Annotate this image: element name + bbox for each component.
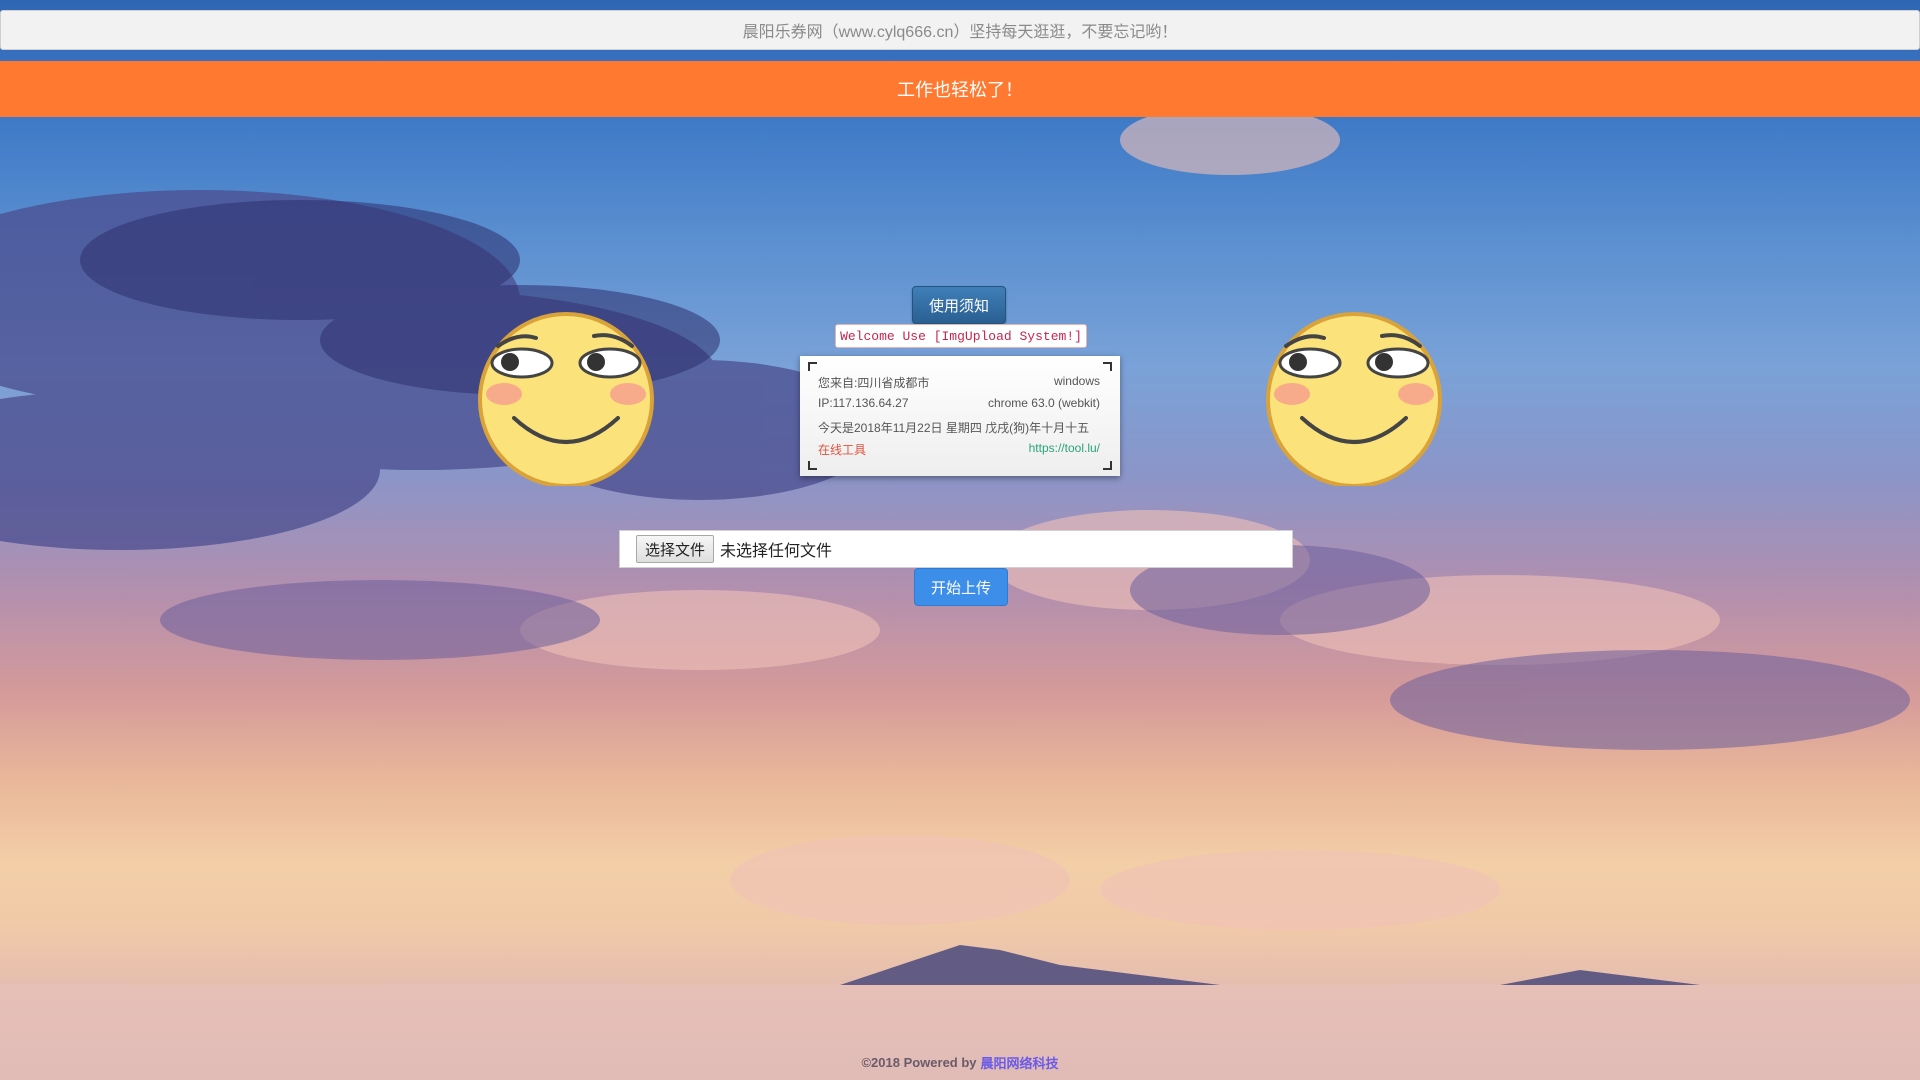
tool-url-link[interactable]: https://tool.lu/ [1029, 441, 1100, 458]
visitor-location: 您来自:四川省成都市 [818, 376, 930, 390]
page: 晨阳乐券网（www.cylq666.cn）坚持每天逛逛，不要忘记哟！ 工作也轻松… [0, 0, 1920, 1080]
current-date: 今天是2018年11月22日 星期四 戊戌(狗)年十月十五 [818, 421, 1090, 435]
info-row-tools: 在线工具 https://tool.lu/ [818, 441, 1100, 458]
notice-text: 晨阳乐券网（www.cylq666.cn）坚持每天逛逛，不要忘记哟！ [742, 24, 1178, 41]
file-input[interactable]: 选择文件 未选择任何文件 [619, 530, 1293, 568]
visitor-ip: IP:117.136.64.27 [818, 396, 909, 410]
visitor-os: windows [1053, 374, 1100, 388]
card-corner [1103, 362, 1112, 371]
notice-bar: 晨阳乐券网（www.cylq666.cn）坚持每天逛逛，不要忘记哟！ [0, 10, 1920, 50]
info-row-location: 您来自:四川省成都市 windows [818, 374, 1100, 391]
slogan-banner: 工作也轻松了！ [0, 61, 1920, 117]
footer-copyright: ©2018 Powered by [861, 1054, 977, 1070]
smirk-emoji-icon [478, 312, 654, 486]
online-tools-link[interactable]: 在线工具 [818, 441, 866, 458]
card-corner [808, 362, 817, 371]
welcome-message: Welcome Use [ImgUpload System!] [835, 324, 1087, 348]
info-row-ip: IP:117.136.64.27 chrome 63.0 (webkit) [818, 396, 1100, 410]
choose-file-button[interactable]: 选择文件 [636, 535, 715, 563]
info-row-date: 今天是2018年11月22日 星期四 戊戌(狗)年十月十五 [818, 419, 1100, 436]
visitor-browser: chrome 63.0 (webkit) [987, 396, 1100, 410]
card-corner [808, 461, 817, 470]
no-file-selected-text: 未选择任何文件 [720, 543, 833, 560]
start-upload-button[interactable]: 开始上传 [914, 568, 1008, 606]
footer-company-link[interactable]: 晨阳网络科技 [981, 1053, 1059, 1072]
smirk-emoji-icon [1266, 312, 1442, 486]
card-corner [1103, 461, 1112, 470]
footer: ©2018 Powered by 晨阳网络科技 [0, 1052, 1920, 1072]
visitor-info-card: 您来自:四川省成都市 windows IP:117.136.64.27 chro… [800, 356, 1120, 476]
usage-notice-button[interactable]: 使用须知 [912, 286, 1006, 324]
slogan-text: 工作也轻松了！ [897, 80, 1023, 100]
